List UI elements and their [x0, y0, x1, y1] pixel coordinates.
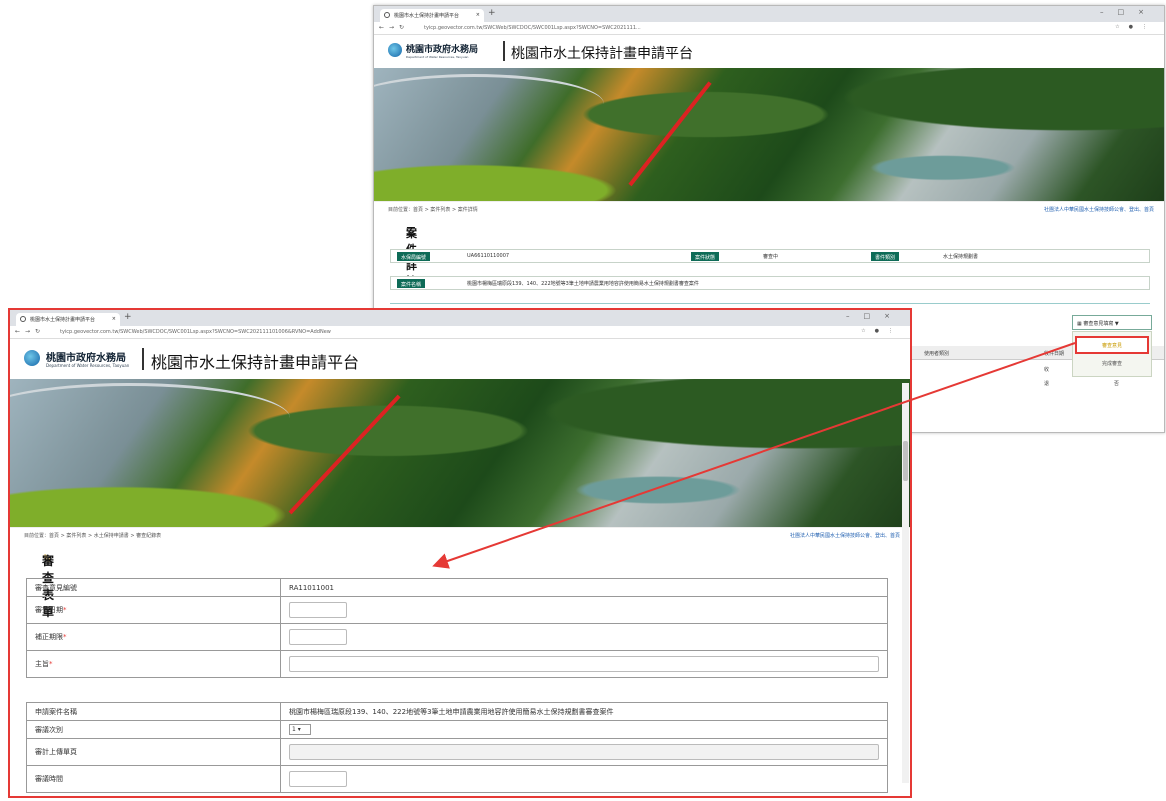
annotation-arrow	[432, 342, 1076, 569]
